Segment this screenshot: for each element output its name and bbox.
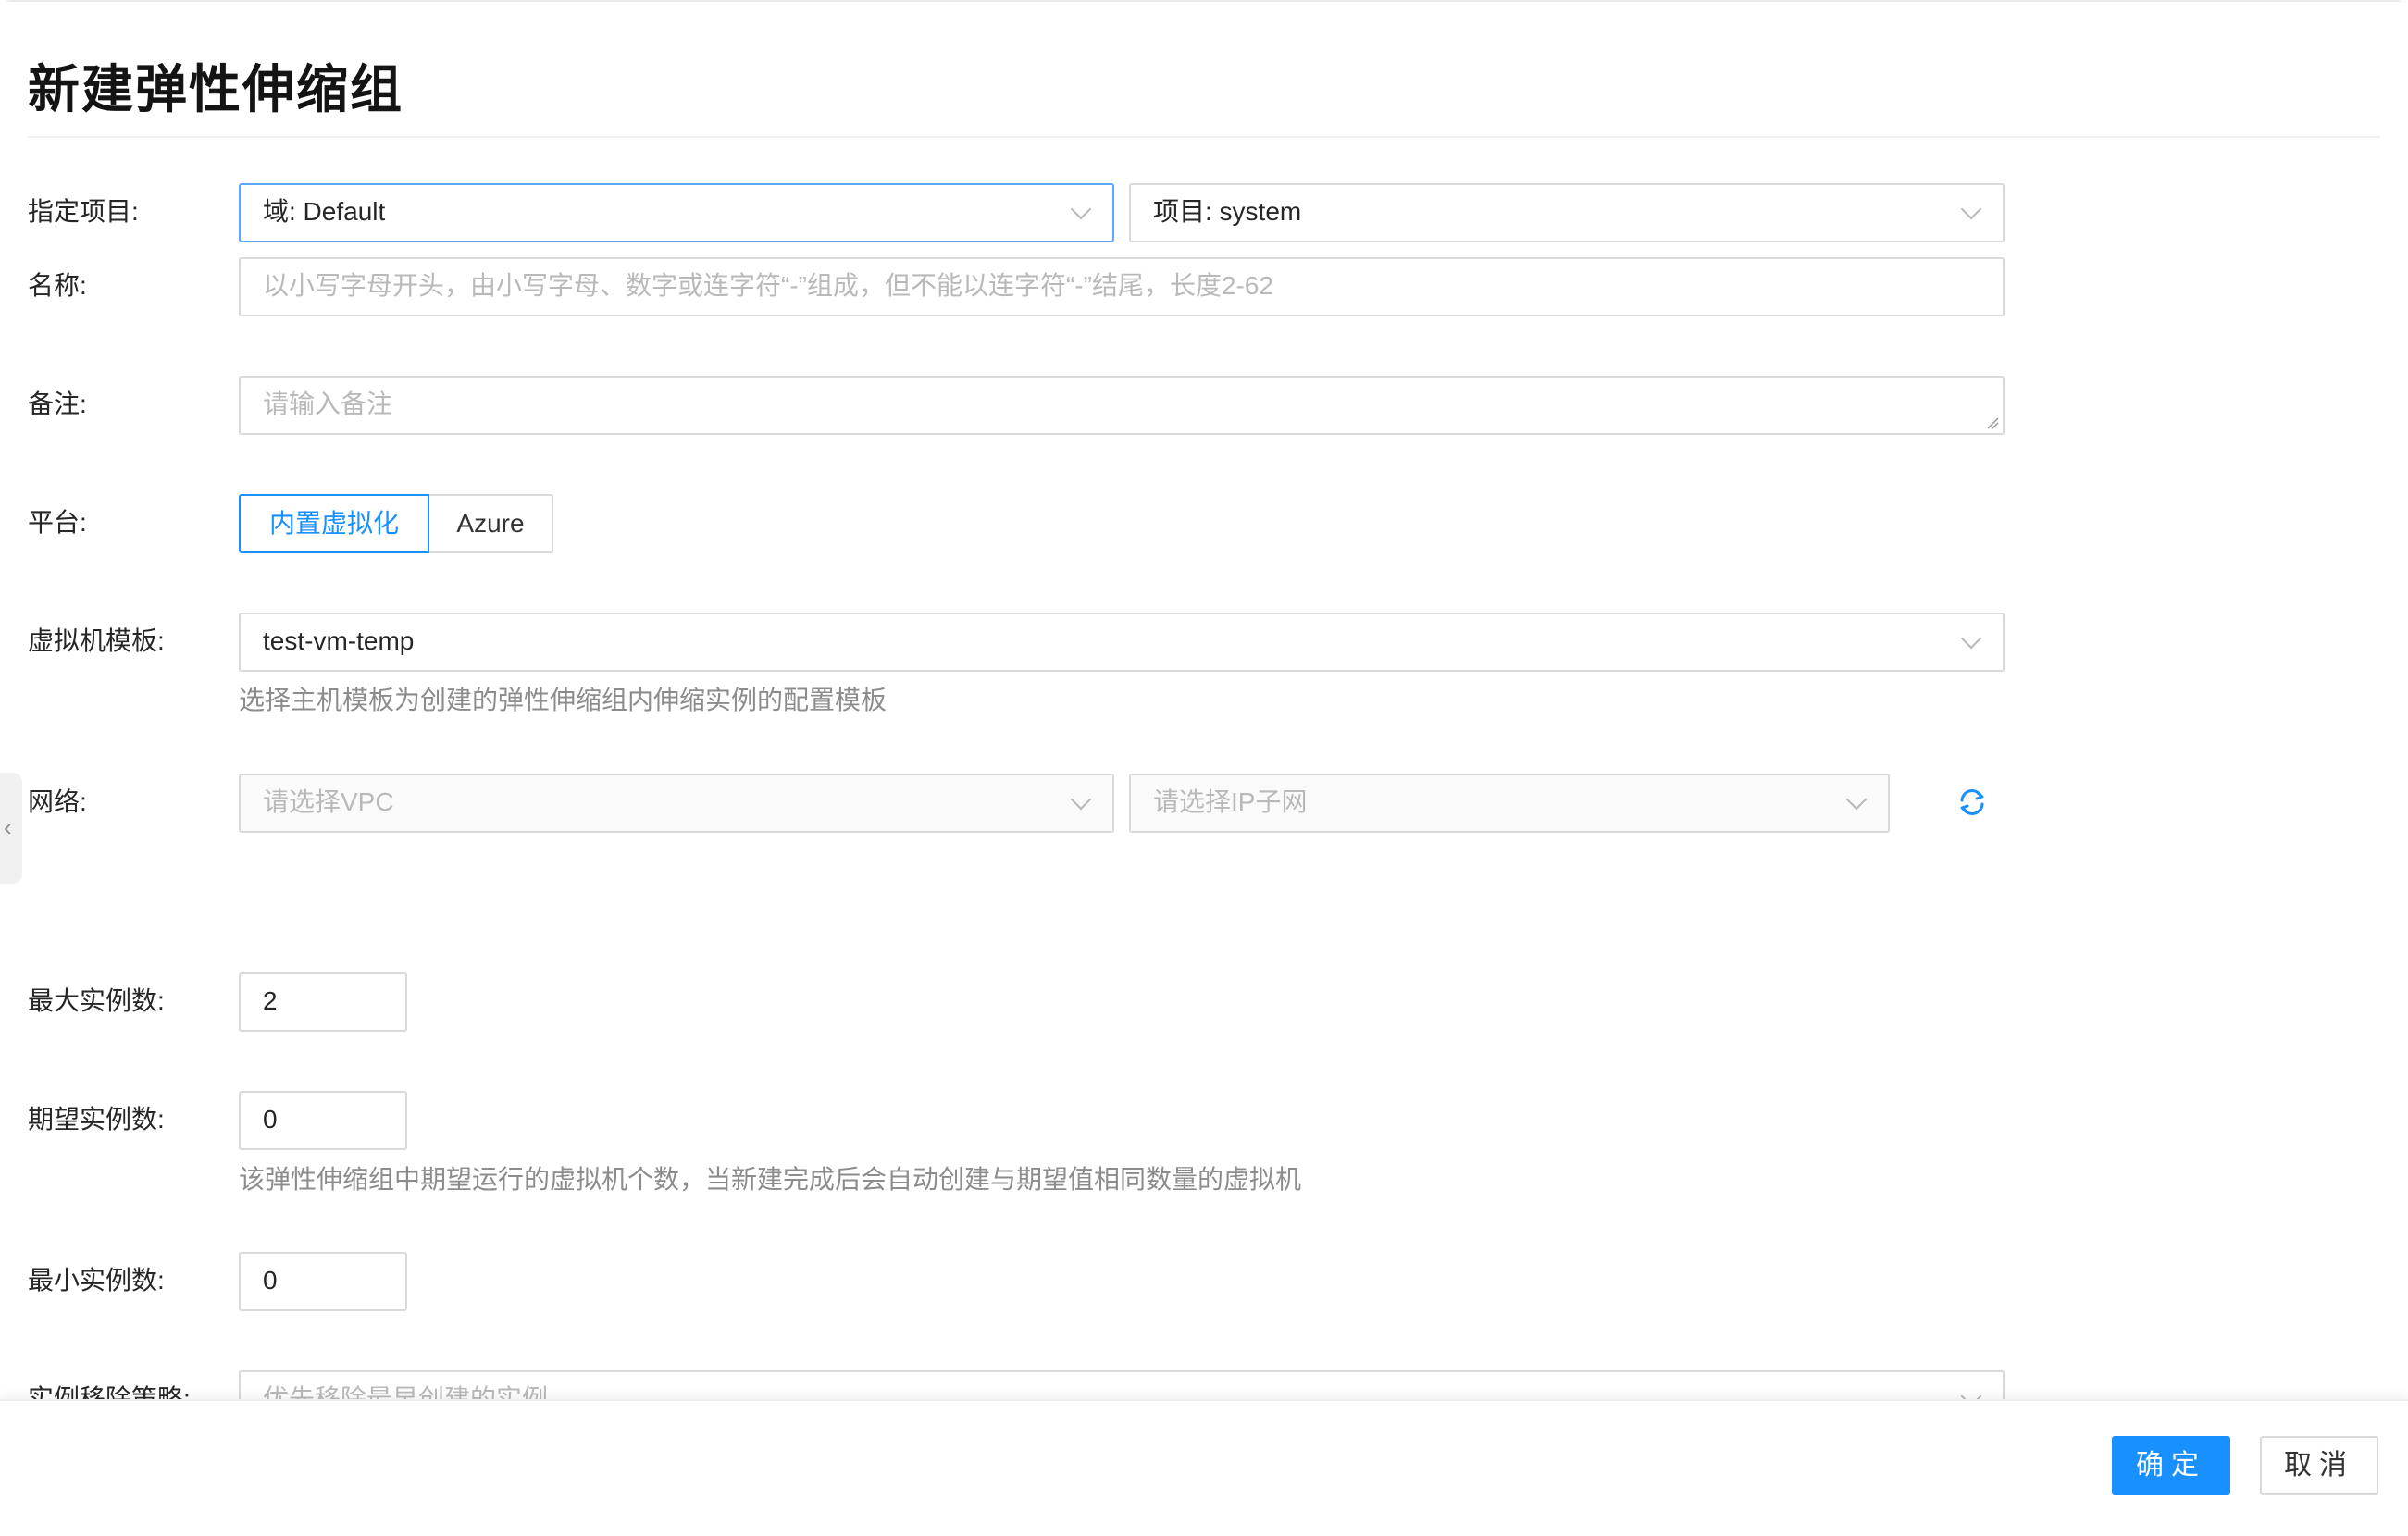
remark-placeholder: 请输入备注: [263, 390, 393, 418]
platform-label: 平台:: [28, 508, 87, 537]
remark-textarea[interactable]: 请输入备注: [239, 376, 2005, 435]
platform-option-azure[interactable]: Azure: [428, 494, 553, 553]
vpc-select[interactable]: 请选择VPC: [239, 774, 1114, 833]
refresh-icon[interactable]: [1956, 787, 1988, 818]
resize-handle-icon[interactable]: [1986, 416, 1999, 429]
chevron-down-icon: [1960, 627, 1982, 650]
chevron-down-icon: [1070, 198, 1092, 220]
min-instances-input[interactable]: 0: [239, 1252, 407, 1311]
side-collapse-handle[interactable]: ‹: [0, 773, 22, 884]
domain-select-value: 域: Default: [263, 197, 386, 226]
dialog: 新建弹性伸缩组 ‹ 指定项目: 域: Default 项目: system 名称…: [0, 0, 2408, 1536]
desired-instances-label: 期望实例数:: [28, 1105, 165, 1133]
chevron-left-icon: ‹: [4, 813, 12, 841]
desired-instances-input[interactable]: 0: [239, 1091, 407, 1150]
chevron-down-icon: [1070, 788, 1092, 811]
max-instances-value: 2: [263, 986, 278, 1015]
chevron-down-icon: [1960, 198, 1982, 220]
project-select[interactable]: 项目: system: [1129, 183, 2005, 242]
vpc-placeholder: 请选择VPC: [263, 787, 394, 816]
dialog-footer: [0, 1399, 2408, 1536]
project-label: 指定项目:: [28, 197, 139, 226]
cancel-button[interactable]: 取消: [2260, 1436, 2378, 1495]
name-input[interactable]: 以小写字母开头，由小写字母、数字或连字符“-”组成，但不能以连字符“-”结尾，长…: [239, 257, 2005, 316]
network-label: 网络:: [28, 787, 87, 816]
title-divider: [28, 136, 2380, 138]
project-select-value: 项目: system: [1153, 197, 1302, 226]
domain-select[interactable]: 域: Default: [239, 183, 1114, 242]
name-label: 名称:: [28, 271, 87, 300]
chevron-down-icon: [1845, 788, 1868, 811]
confirm-button[interactable]: 确定: [2112, 1436, 2230, 1495]
desired-instances-help: 该弹性伸缩组中期望运行的虚拟机个数，当新建完成后会自动创建与期望值相同数量的虚拟…: [239, 1165, 1302, 1194]
name-placeholder: 以小写字母开头，由小写字母、数字或连字符“-”组成，但不能以连字符“-”结尾，长…: [263, 271, 1273, 300]
min-instances-label: 最小实例数:: [28, 1266, 165, 1294]
dialog-title: 新建弹性伸缩组: [28, 60, 403, 118]
vm-template-label: 虚拟机模板:: [28, 626, 165, 655]
remark-label: 备注:: [28, 390, 87, 418]
platform-option-kvm[interactable]: 内置虚拟化: [239, 494, 429, 553]
max-instances-input[interactable]: 2: [239, 972, 407, 1032]
vm-template-value: test-vm-temp: [263, 626, 415, 655]
vm-template-select[interactable]: test-vm-temp: [239, 613, 2005, 672]
max-instances-label: 最大实例数:: [28, 986, 165, 1015]
top-border: [0, 0, 2408, 2]
min-instances-value: 0: [263, 1266, 278, 1294]
subnet-select[interactable]: 请选择IP子网: [1129, 774, 1890, 833]
desired-instances-value: 0: [263, 1105, 278, 1133]
vm-template-help: 选择主机模板为创建的弹性伸缩组内伸缩实例的配置模板: [239, 686, 887, 714]
subnet-placeholder: 请选择IP子网: [1153, 787, 1308, 816]
